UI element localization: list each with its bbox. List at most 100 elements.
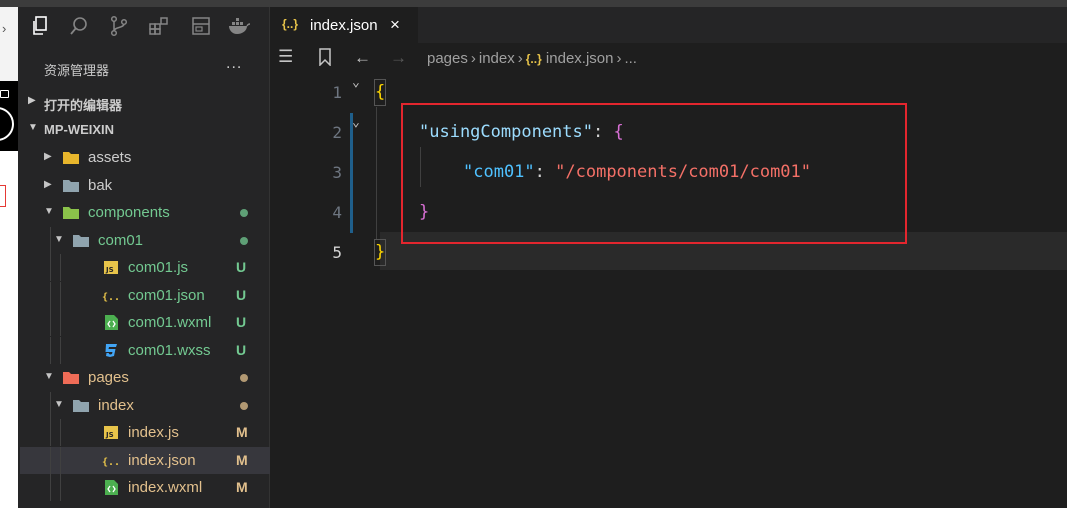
simulator-preview-edge: › bbox=[0, 7, 18, 508]
wxss-file-icon bbox=[102, 342, 120, 359]
git-status-badge: U bbox=[236, 286, 247, 303]
explorer-sidebar: 资源管理器 ... ▶ 打开的编辑器 ▼ MP-WEIXIN ▶ assets ▶ b… bbox=[18, 7, 270, 508]
tree-item-assets[interactable]: ▶ assets bbox=[20, 144, 270, 171]
svg-text:{..}: {..} bbox=[102, 457, 120, 468]
json-file-icon: {..} bbox=[102, 287, 126, 304]
breadcrumb-bar: ☰ ← → pages › index › {..} index.json ›... bbox=[270, 43, 1067, 75]
file-name: com01.wxss bbox=[128, 341, 211, 359]
line-number: 4 bbox=[332, 203, 342, 222]
json-file-icon: {..} bbox=[525, 52, 542, 66]
git-status-badge: U bbox=[236, 314, 247, 330]
simulator-top bbox=[0, 7, 18, 81]
indent-guide bbox=[50, 336, 51, 364]
code-editor[interactable]: 1 2 3 4 5 ⌄ ⌄ { "usingComponents": { "co… bbox=[270, 75, 1067, 508]
bookmark-icon[interactable] bbox=[318, 48, 332, 71]
breadcrumb: pages › index › {..} index.json ›... bbox=[427, 50, 637, 67]
source-control-icon[interactable] bbox=[108, 15, 130, 37]
close-icon[interactable]: × bbox=[390, 15, 400, 35]
annotation-highlight-box bbox=[401, 103, 907, 244]
section-open-editors[interactable]: ▶ 打开的编辑器 bbox=[18, 89, 270, 116]
back-arrow-icon[interactable]: ← bbox=[354, 48, 371, 68]
file-name: assets bbox=[88, 149, 132, 166]
line-number: 5 bbox=[332, 243, 342, 262]
tree-item-com01-json[interactable]: {..} com01.json U bbox=[20, 281, 270, 309]
tree-item-components[interactable]: ▼ components bbox=[20, 199, 270, 226]
tree-item-com01-wxml[interactable]: com01.wxml U bbox=[20, 309, 270, 336]
indent-guide bbox=[50, 446, 51, 474]
tab-index-json[interactable]: {..} index.json × bbox=[270, 7, 418, 43]
git-status-badge: U bbox=[236, 341, 247, 358]
list-icon[interactable]: ☰ bbox=[278, 47, 293, 67]
git-status-dot bbox=[240, 374, 248, 382]
chevron-right-icon: ▶ bbox=[44, 178, 52, 190]
chevron-right-icon: › bbox=[616, 50, 622, 67]
breadcrumb-pages[interactable]: pages bbox=[427, 50, 468, 67]
activity-bar bbox=[18, 7, 270, 47]
file-name: components bbox=[88, 204, 170, 221]
line-number: 1 bbox=[332, 83, 342, 102]
tree-item-index-wxml[interactable]: index.wxml M bbox=[20, 474, 270, 501]
tree-item-index-js[interactable]: JS index.js M bbox=[20, 419, 270, 446]
wxml-file-icon bbox=[102, 479, 120, 496]
line-number: 3 bbox=[332, 163, 342, 182]
forward-arrow-icon[interactable]: → bbox=[390, 48, 407, 68]
tree-item-index-json[interactable]: {..} index.json M bbox=[20, 446, 270, 474]
indent-guide bbox=[50, 309, 51, 336]
file-name: index.json bbox=[128, 451, 196, 469]
docker-icon[interactable] bbox=[228, 15, 251, 37]
breadcrumb-file[interactable]: index.json bbox=[546, 50, 614, 67]
js-file-icon: JS bbox=[102, 259, 120, 276]
json-file-icon: {..} bbox=[102, 452, 126, 469]
chevron-down-icon: ▼ bbox=[44, 371, 54, 382]
tree-item-index[interactable]: ▼ index bbox=[20, 391, 270, 419]
git-status-badge: M bbox=[236, 424, 248, 440]
tree-item-pages[interactable]: ▼ pages bbox=[20, 364, 270, 391]
js-file-icon: JS bbox=[102, 424, 120, 441]
folder-icon bbox=[62, 149, 80, 166]
chevron-down-icon: ▼ bbox=[28, 122, 38, 133]
search-icon[interactable] bbox=[68, 15, 90, 37]
section-project[interactable]: ▼ MP-WEIXIN bbox=[18, 116, 270, 143]
indent-guide bbox=[50, 281, 51, 309]
fold-chevron-icon[interactable]: ⌄ bbox=[352, 115, 360, 130]
git-status-dot bbox=[240, 209, 248, 217]
code-token: } bbox=[375, 242, 386, 262]
title-strip bbox=[0, 0, 1067, 7]
tree-item-com01-js[interactable]: JS com01.js U bbox=[20, 254, 270, 281]
section-label: 打开的编辑器 bbox=[44, 98, 123, 113]
indent-guide bbox=[60, 281, 61, 309]
indent-guide bbox=[60, 254, 61, 281]
indent-guide bbox=[60, 309, 61, 336]
panel-icon[interactable] bbox=[190, 15, 212, 37]
breadcrumb-index[interactable]: index bbox=[479, 50, 515, 67]
json-file-icon: {..} bbox=[282, 17, 299, 31]
tree-item-com01[interactable]: ▼ com01 bbox=[20, 226, 270, 254]
chevron-right-icon: ▶ bbox=[44, 151, 52, 162]
explorer-title: 资源管理器 bbox=[44, 63, 110, 78]
wxml-file-icon bbox=[102, 314, 120, 331]
file-name: com01 bbox=[98, 231, 144, 249]
back-arrow-icon[interactable]: › bbox=[2, 21, 6, 36]
file-name: pages bbox=[88, 369, 129, 386]
file-name: com01.json bbox=[128, 286, 205, 304]
svg-text:JS: JS bbox=[105, 266, 114, 274]
breadcrumb-more[interactable]: ... bbox=[624, 50, 637, 67]
git-status-dot bbox=[240, 236, 248, 245]
indent-guide bbox=[376, 107, 377, 239]
tree-item-bak[interactable]: ▶ bak bbox=[20, 172, 270, 199]
section-label: MP-WEIXIN bbox=[44, 122, 115, 137]
fold-chevron-icon[interactable]: ⌄ bbox=[352, 75, 360, 90]
chevron-right-icon: › bbox=[517, 50, 523, 67]
chevron-down-icon: ▼ bbox=[54, 398, 64, 410]
files-icon[interactable] bbox=[30, 15, 52, 37]
battery-icon bbox=[0, 90, 9, 98]
more-actions-button[interactable]: ... bbox=[226, 55, 242, 73]
extensions-icon[interactable] bbox=[148, 15, 170, 37]
indent-guide bbox=[50, 254, 51, 281]
indent-guide bbox=[50, 391, 51, 419]
line-number: 2 bbox=[332, 123, 342, 142]
tree-item-com01-wxss[interactable]: com01.wxss U bbox=[20, 336, 270, 364]
indent-guide bbox=[50, 226, 51, 254]
tab-bar: {..} index.json × bbox=[270, 7, 1067, 43]
git-status-badge: M bbox=[236, 479, 248, 495]
